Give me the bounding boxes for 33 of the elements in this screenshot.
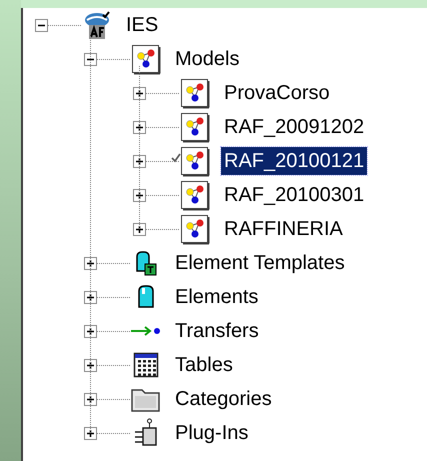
tree-item[interactable]: Element Templates [172,249,348,277]
collapse-toggle[interactable] [35,18,48,32]
collapse-toggle[interactable] [84,52,97,66]
tree-item[interactable]: RAF_20100301 [221,181,368,209]
expand-toggle[interactable] [84,358,97,372]
expand-toggle[interactable] [84,426,97,440]
tree-item[interactable]: ProvaCorso [221,79,333,107]
tree-item[interactable]: Models [172,45,242,73]
expand-toggle[interactable] [133,222,146,236]
expand-toggle[interactable] [133,86,146,100]
tree-item[interactable]: Categories [172,385,275,413]
arrow-dot-icon [130,324,162,338]
tree-item[interactable]: Plug-Ins [172,419,252,447]
model-icon [180,112,210,142]
expand-toggle[interactable] [133,188,146,202]
tree-item[interactable]: Elements [172,283,262,311]
expand-toggle[interactable] [84,256,97,270]
model-icon [180,78,210,108]
tree-item[interactable]: RAF_20091202 [221,113,368,141]
tree-item[interactable]: Transfers [172,317,262,345]
expand-toggle[interactable] [84,324,97,338]
tree-item[interactable]: Tables [172,351,236,379]
expand-toggle[interactable] [133,120,146,134]
tree-item[interactable]: RAF_20100121 [221,147,368,175]
expand-toggle[interactable] [84,392,97,406]
model-icon [180,146,210,176]
model-icon [180,214,210,244]
model-icon [180,180,210,210]
tree-item[interactable]: RAFFINERIA [221,215,346,243]
expand-toggle[interactable] [84,290,97,304]
table-icon [132,351,160,379]
expand-toggle[interactable] [133,154,146,168]
tree-item[interactable]: IES [123,11,162,39]
